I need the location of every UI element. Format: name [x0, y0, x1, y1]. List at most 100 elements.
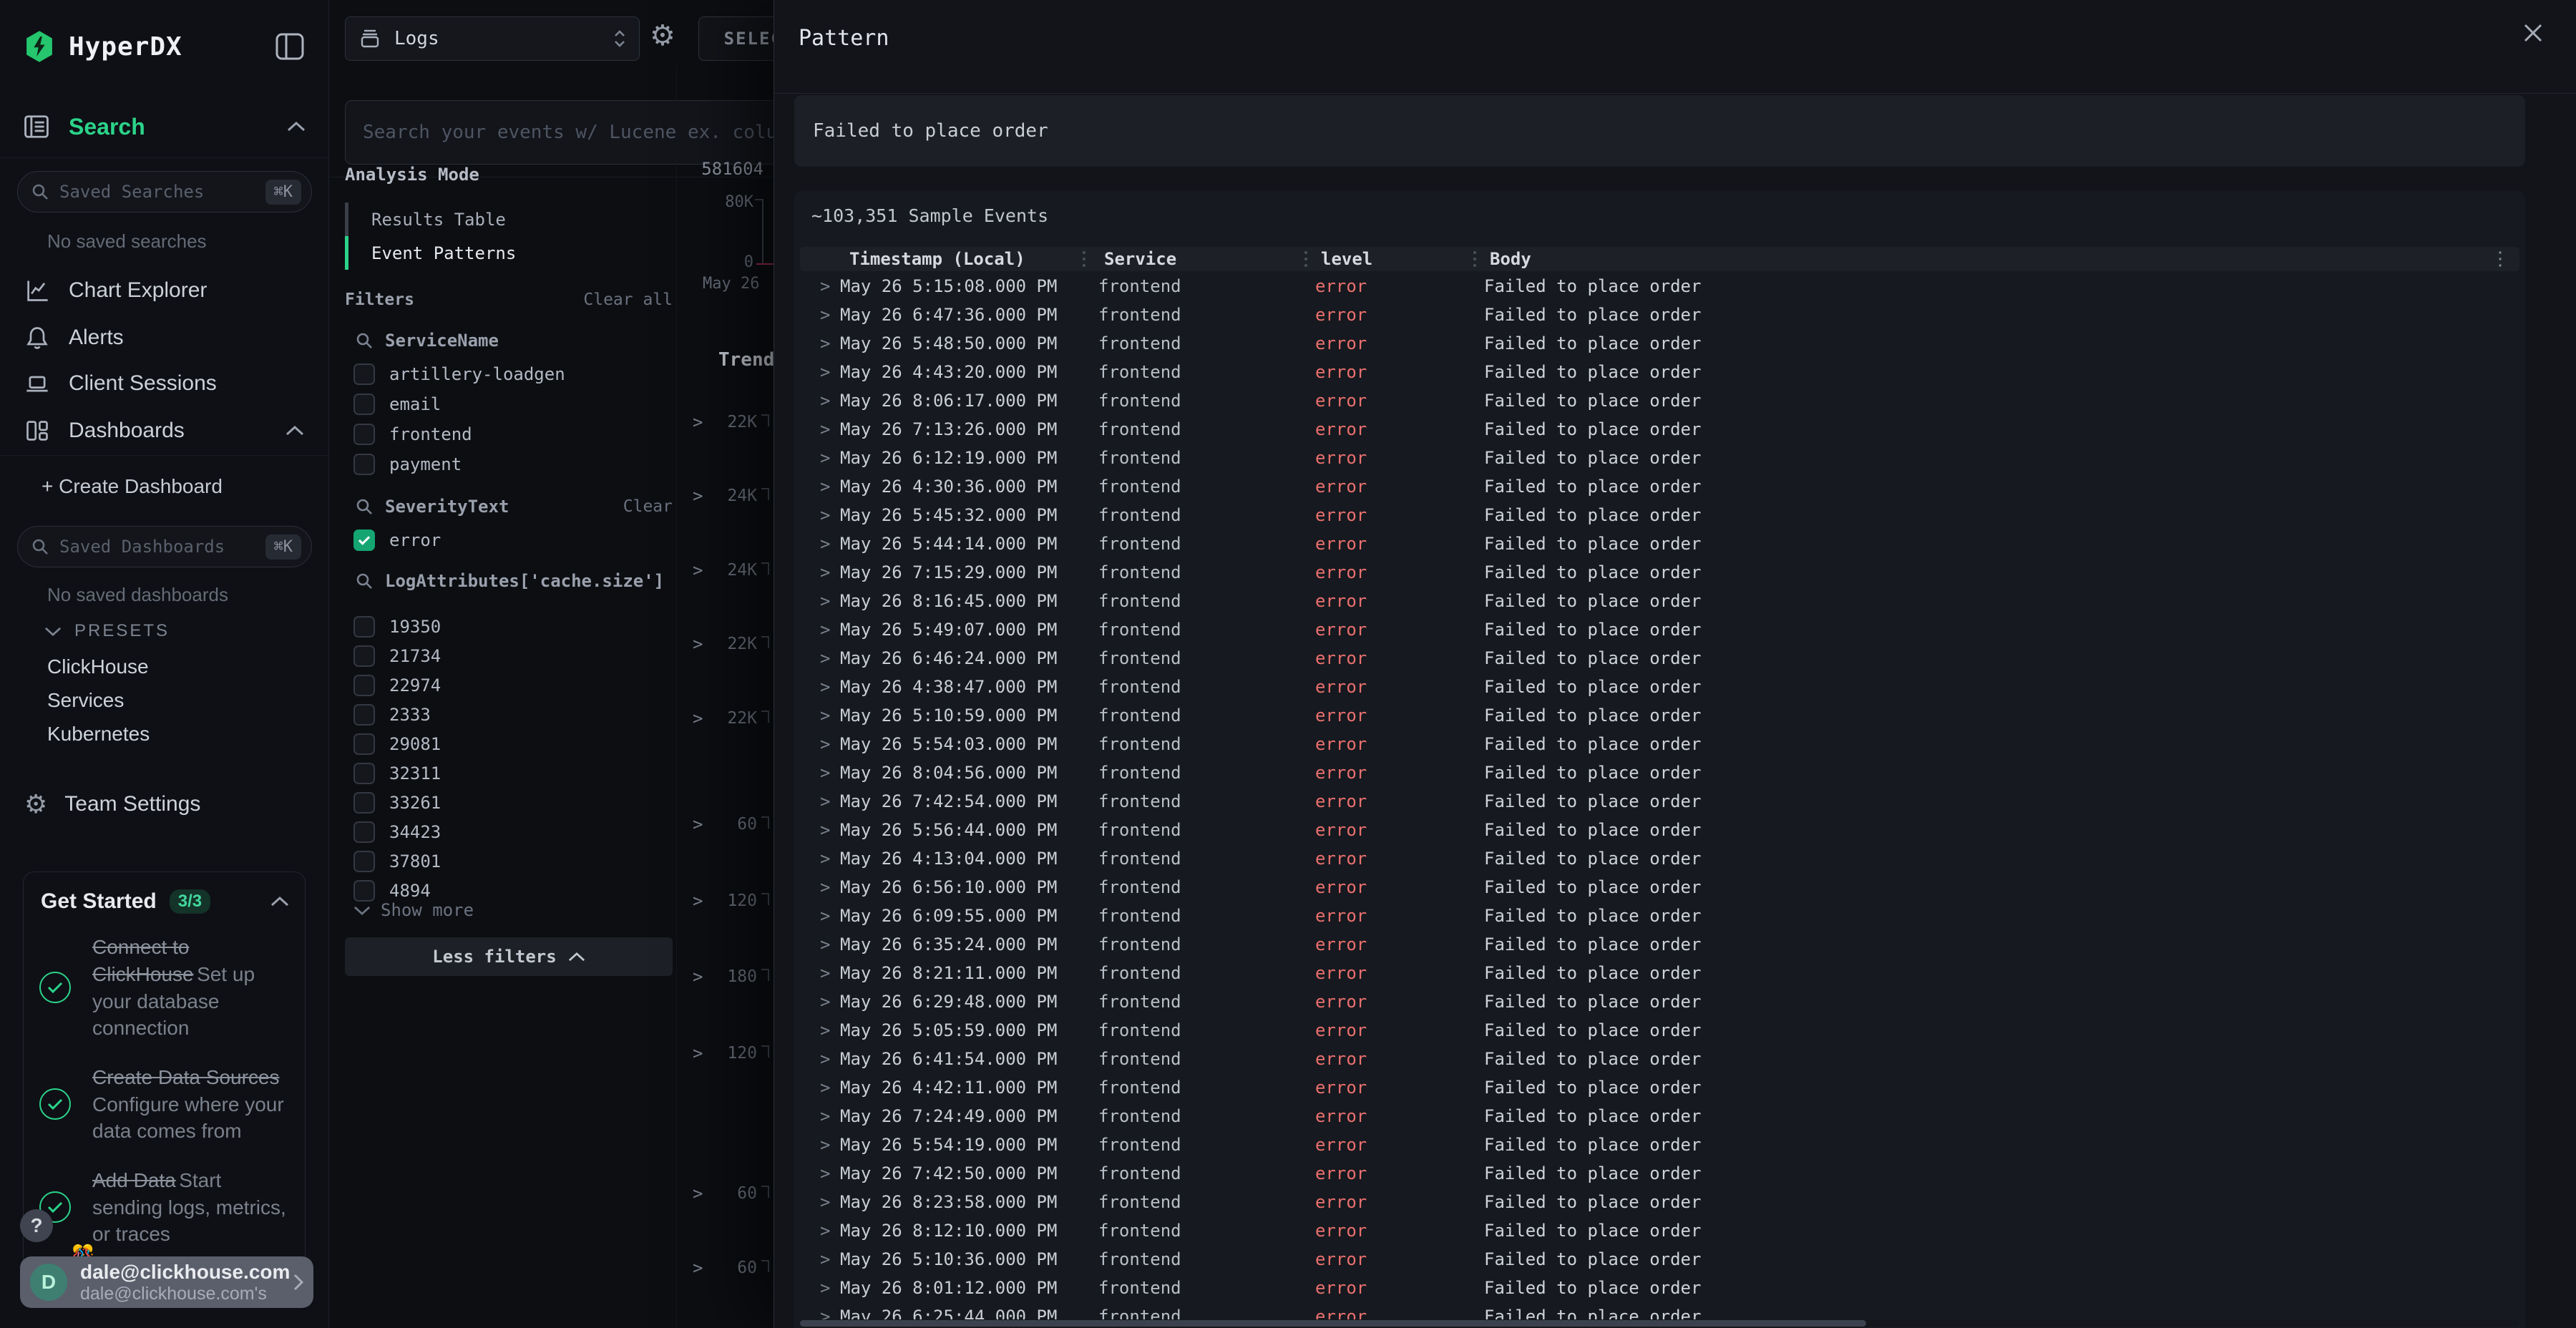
expand-row-chevron-icon[interactable]: >: [820, 677, 830, 697]
expand-row-chevron-icon[interactable]: >: [820, 934, 830, 954]
checkbox-unchecked[interactable]: [353, 763, 375, 784]
create-dashboard-button[interactable]: + Create Dashboard: [42, 475, 223, 498]
tab-results-table[interactable]: Results Table: [345, 202, 506, 236]
expand-row-chevron-icon[interactable]: >: [820, 591, 830, 611]
event-row[interactable]: > May 26 8:16:45.000 PM frontend error F…: [794, 587, 2519, 615]
event-row[interactable]: > May 26 6:35:24.000 PM frontend error F…: [794, 930, 2519, 959]
event-row[interactable]: > May 26 7:24:49.000 PM frontend error F…: [794, 1102, 2519, 1131]
event-row[interactable]: > May 26 8:04:56.000 PM frontend error F…: [794, 758, 2519, 787]
checkbox-unchecked[interactable]: [353, 394, 375, 415]
saved-searches-field[interactable]: [59, 182, 255, 202]
event-row[interactable]: > May 26 5:10:36.000 PM frontend error F…: [794, 1245, 2519, 1274]
chevron-up-icon[interactable]: [286, 426, 304, 436]
event-row[interactable]: > May 26 5:10:59.000 PM frontend error F…: [794, 701, 2519, 730]
expand-row-chevron-icon[interactable]: >: [820, 963, 830, 983]
expand-row-chevron-icon[interactable]: >: [820, 305, 830, 325]
clear-all-button[interactable]: Clear all: [583, 290, 673, 309]
saved-dashboards-field[interactable]: [59, 537, 255, 557]
column-header-service[interactable]: Service: [1104, 247, 1176, 271]
expand-row-chevron-icon[interactable]: >: [820, 1078, 830, 1098]
get-started-item[interactable]: Create Data Sources Configure where your…: [39, 1064, 291, 1144]
filter-option[interactable]: artillery-loadgen: [353, 360, 673, 389]
sidebar-item-client-sessions[interactable]: Client Sessions: [0, 361, 328, 406]
filter-option[interactable]: payment: [353, 450, 673, 479]
preset-services[interactable]: Services: [47, 689, 124, 712]
event-row[interactable]: > May 26 5:56:44.000 PM frontend error F…: [794, 816, 2519, 844]
collapse-sidebar-icon[interactable]: [275, 33, 304, 60]
event-row[interactable]: > May 26 6:09:55.000 PM frontend error F…: [794, 902, 2519, 930]
checkbox-unchecked[interactable]: [353, 733, 375, 755]
expand-row-chevron-icon[interactable]: >: [820, 1249, 830, 1269]
expand-row-chevron-icon[interactable]: >: [820, 1049, 830, 1069]
expand-row-chevron-icon[interactable]: >: [820, 849, 830, 869]
sidebar-section-search[interactable]: Search: [23, 113, 306, 140]
expand-row-chevron-icon[interactable]: >: [820, 1163, 830, 1183]
filter-option[interactable]: 2333: [353, 700, 673, 729]
event-row[interactable]: > May 26 6:47:36.000 PM frontend error F…: [794, 301, 2519, 329]
expand-row-chevron-icon[interactable]: >: [820, 419, 830, 439]
expand-row-chevron-icon[interactable]: >: [820, 1307, 830, 1319]
filter-option[interactable]: frontend: [353, 420, 673, 449]
event-row[interactable]: > May 26 8:23:58.000 PM frontend error F…: [794, 1188, 2519, 1216]
expand-row-chevron-icon[interactable]: >: [820, 820, 830, 840]
event-row[interactable]: > May 26 5:48:50.000 PM frontend error F…: [794, 329, 2519, 358]
checkbox-unchecked[interactable]: [353, 616, 375, 638]
expand-row-chevron-icon[interactable]: >: [820, 1278, 830, 1298]
sidebar-item-dashboards[interactable]: Dashboards: [0, 408, 328, 454]
filter-option[interactable]: 34423: [353, 818, 673, 846]
expand-row-chevron-icon[interactable]: >: [820, 1106, 830, 1126]
close-icon[interactable]: [2522, 21, 2545, 44]
event-row[interactable]: > May 26 6:25:44.000 PM frontend error F…: [794, 1302, 2519, 1319]
expand-pattern-chevron-icon[interactable]: >: [693, 634, 703, 654]
source-settings-gear-icon[interactable]: ⚙: [650, 21, 675, 50]
sidebar-item-alerts[interactable]: Alerts: [0, 315, 328, 361]
expand-pattern-chevron-icon[interactable]: >: [693, 967, 703, 987]
event-row[interactable]: > May 26 7:15:29.000 PM frontend error F…: [794, 558, 2519, 587]
event-row[interactable]: > May 26 5:54:19.000 PM frontend error F…: [794, 1131, 2519, 1159]
expand-row-chevron-icon[interactable]: >: [820, 505, 830, 525]
expand-row-chevron-icon[interactable]: >: [820, 448, 830, 468]
preset-kubernetes[interactable]: Kubernetes: [47, 723, 150, 746]
expand-row-chevron-icon[interactable]: >: [820, 706, 830, 726]
event-row[interactable]: > May 26 4:13:04.000 PM frontend error F…: [794, 844, 2519, 873]
horizontal-scrollbar[interactable]: [800, 1320, 2519, 1327]
expand-row-chevron-icon[interactable]: >: [820, 391, 830, 411]
event-row[interactable]: > May 26 8:21:11.000 PM frontend error F…: [794, 959, 2519, 987]
expand-row-chevron-icon[interactable]: >: [820, 791, 830, 811]
source-select[interactable]: Logs: [345, 16, 640, 61]
filter-option[interactable]: 22974: [353, 671, 673, 700]
event-row[interactable]: > May 26 4:30:36.000 PM frontend error F…: [794, 472, 2519, 501]
chevron-up-icon[interactable]: [287, 122, 306, 132]
event-row[interactable]: > May 26 4:43:20.000 PM frontend error F…: [794, 358, 2519, 386]
event-row[interactable]: > May 26 5:15:08.000 PM frontend error F…: [794, 272, 2519, 301]
checkbox-unchecked[interactable]: [353, 792, 375, 814]
get-started-item[interactable]: Connect to ClickHouse Set up your databa…: [39, 934, 291, 1041]
column-resizer[interactable]: [1304, 251, 1307, 267]
event-row[interactable]: > May 26 8:01:12.000 PM frontend error F…: [794, 1274, 2519, 1302]
checkbox-unchecked[interactable]: [353, 675, 375, 696]
expand-row-chevron-icon[interactable]: >: [820, 333, 830, 353]
filter-option[interactable]: 33261: [353, 788, 673, 817]
expand-pattern-chevron-icon[interactable]: >: [693, 412, 703, 432]
expand-pattern-chevron-icon[interactable]: >: [693, 708, 703, 728]
less-filters-button[interactable]: Less filters: [345, 937, 673, 976]
expand-row-chevron-icon[interactable]: >: [820, 1221, 830, 1241]
event-row[interactable]: > May 26 7:42:54.000 PM frontend error F…: [794, 787, 2519, 816]
expand-row-chevron-icon[interactable]: >: [820, 906, 830, 926]
event-row[interactable]: > May 26 8:12:10.000 PM frontend error F…: [794, 1216, 2519, 1245]
clear-severity-button[interactable]: Clear: [623, 497, 673, 516]
expand-pattern-chevron-icon[interactable]: >: [693, 1258, 703, 1278]
event-row[interactable]: > May 26 5:54:03.000 PM frontend error F…: [794, 730, 2519, 758]
preset-clickhouse[interactable]: ClickHouse: [47, 655, 149, 678]
expand-row-chevron-icon[interactable]: >: [820, 562, 830, 582]
expand-row-chevron-icon[interactable]: >: [820, 648, 830, 668]
event-row[interactable]: > May 26 6:12:19.000 PM frontend error F…: [794, 444, 2519, 472]
event-row[interactable]: > May 26 5:05:59.000 PM frontend error F…: [794, 1016, 2519, 1045]
expand-row-chevron-icon[interactable]: >: [820, 763, 830, 783]
expand-row-chevron-icon[interactable]: >: [820, 992, 830, 1012]
event-row[interactable]: > May 26 6:46:24.000 PM frontend error F…: [794, 644, 2519, 673]
chevron-up-icon[interactable]: [270, 897, 289, 907]
search-icon[interactable]: [355, 572, 374, 590]
expand-row-chevron-icon[interactable]: >: [820, 534, 830, 554]
column-header-level[interactable]: level: [1321, 247, 1372, 271]
